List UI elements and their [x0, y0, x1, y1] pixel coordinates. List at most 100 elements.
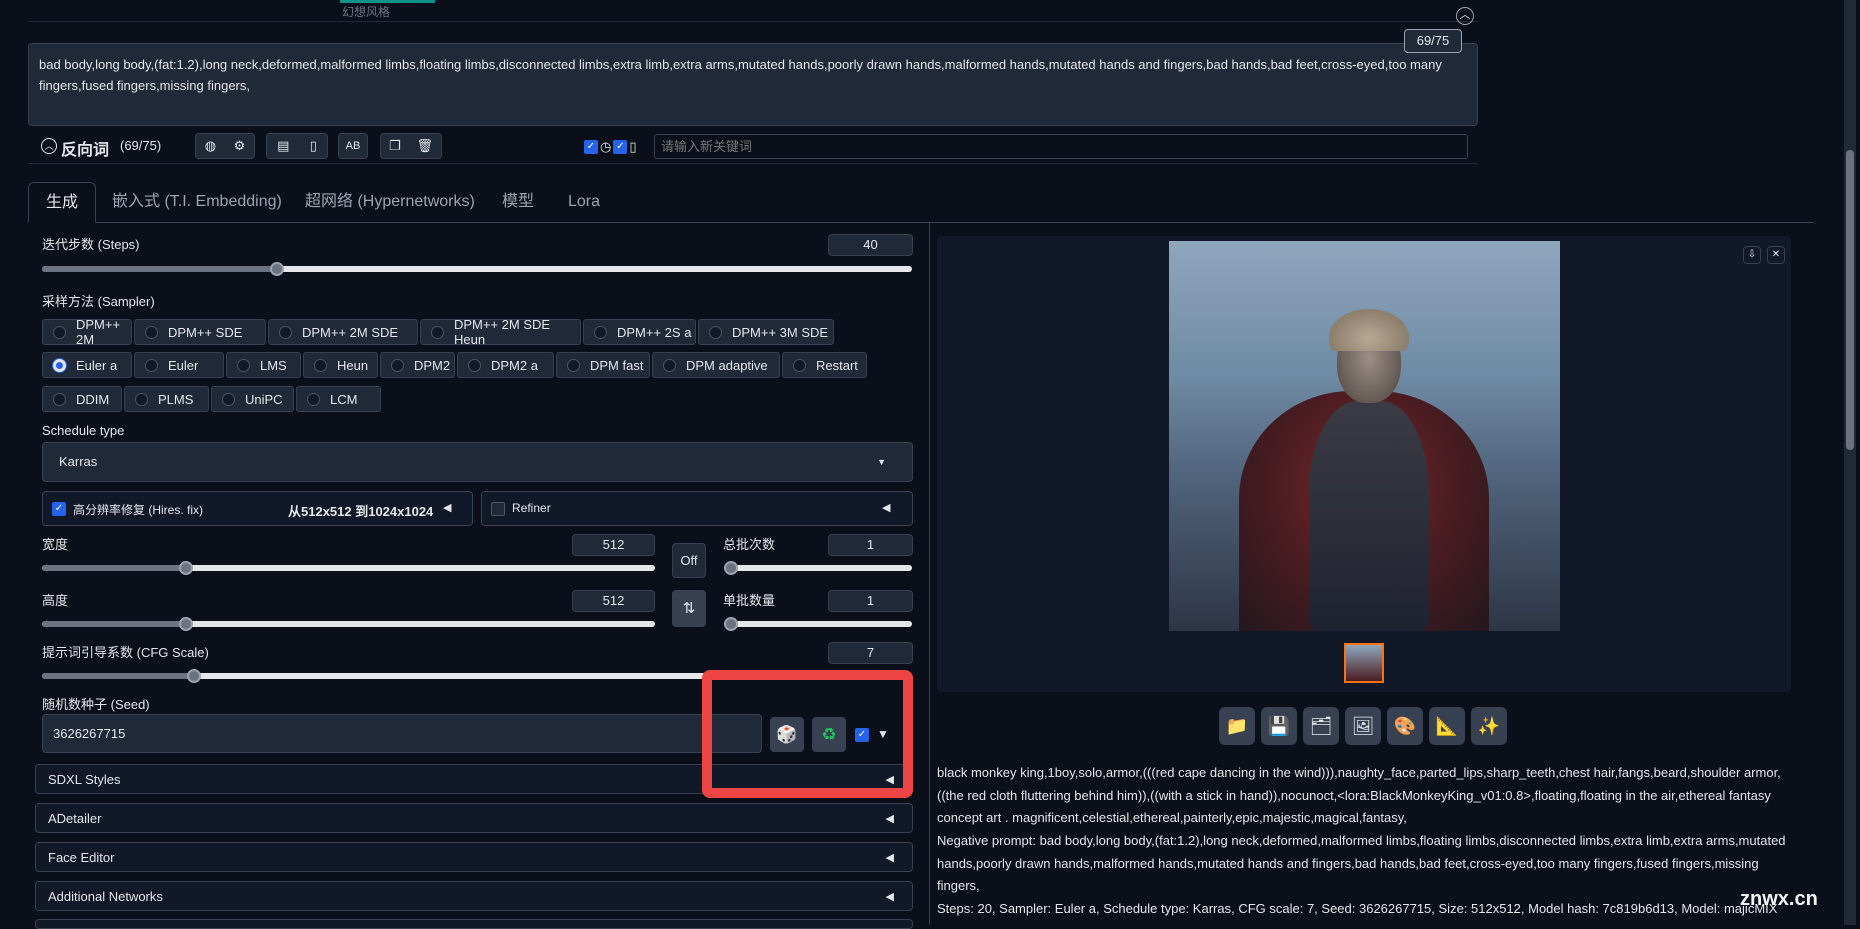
sampler-option[interactable]: LMS — [226, 352, 301, 378]
radio-icon[interactable] — [145, 358, 158, 372]
translate-button[interactable]: ◍ ⚙ — [195, 133, 255, 159]
zip-button[interactable]: 🗂 — [1303, 707, 1339, 745]
radio-icon[interactable] — [391, 358, 404, 372]
trash-icon[interactable]: 🗑 — [417, 138, 434, 154]
archive-icon[interactable]: 🗂 — [1310, 716, 1333, 737]
upscale-button[interactable]: ✨ — [1471, 707, 1507, 745]
expand-icon[interactable]: ◀ — [886, 890, 894, 903]
radio-icon[interactable] — [53, 392, 66, 406]
globe-icon[interactable]: ◍ — [205, 138, 216, 154]
radio-icon[interactable] — [53, 325, 66, 339]
radio-icon[interactable] — [567, 358, 580, 372]
history-icon[interactable]: ▤ — [277, 138, 289, 154]
expand-icon[interactable]: ◀ — [886, 851, 894, 864]
send-to-img2img-button[interactable]: 🖼 — [1345, 707, 1381, 745]
batch-count-input[interactable]: 1 — [828, 534, 913, 556]
batch-size-slider[interactable] — [724, 617, 912, 631]
refiner-panel[interactable]: Refiner ◀ — [481, 491, 913, 526]
sampler-option[interactable]: DPM++ SDE — [134, 319, 266, 345]
format-button[interactable]: AB — [338, 133, 368, 159]
sampler-option[interactable]: LCM — [296, 386, 381, 412]
sampler-option[interactable]: DPM++ 2M SDE — [268, 319, 418, 345]
batch-count-slider[interactable] — [724, 561, 912, 575]
expand-icon[interactable]: ◀ — [443, 501, 451, 514]
keyword-toggles[interactable]: ✓ ◷ ✓ ▯ — [584, 139, 637, 155]
sampler-option[interactable]: DPM++ 2M — [42, 317, 132, 347]
tab-hypernetworks[interactable]: 超网络 (Hypernetworks) — [305, 182, 475, 222]
sampler-option[interactable]: DPM++ 3M SDE — [698, 319, 834, 345]
sampler-option[interactable]: Euler a — [42, 352, 132, 378]
tab-generate[interactable]: 生成 — [28, 182, 96, 223]
save-button[interactable]: 💾 — [1261, 707, 1297, 745]
collapse-negative-icon[interactable]: ︿ — [41, 138, 57, 154]
radio-icon[interactable] — [594, 325, 607, 339]
seed-input[interactable]: 3626267715 — [42, 714, 762, 753]
radio-icon[interactable] — [135, 392, 148, 406]
height-slider[interactable] — [42, 617, 655, 631]
radio-icon[interactable] — [431, 325, 444, 339]
tab-embedding[interactable]: 嵌入式 (T.I. Embedding) — [112, 182, 282, 222]
palette-icon[interactable]: 🎨 — [1394, 716, 1416, 737]
radio-icon[interactable] — [53, 358, 66, 372]
collapse-icon[interactable]: ︿ — [1456, 7, 1474, 25]
swap-dimensions-button[interactable]: ⇅ — [672, 590, 706, 627]
radio-icon[interactable] — [314, 358, 327, 372]
history-button[interactable]: ▤ ▯ — [266, 133, 328, 159]
ruler-icon[interactable]: 📐 — [1436, 716, 1458, 737]
keyword-input[interactable] — [654, 134, 1468, 159]
download-icon[interactable]: ⇩ — [1748, 249, 1756, 260]
sampler-option[interactable]: DPM++ 2S a — [583, 319, 696, 345]
sampler-option[interactable]: Euler — [134, 352, 224, 378]
steps-input[interactable]: 40 — [828, 234, 913, 256]
refiner-checkbox[interactable] — [491, 502, 505, 516]
bookmark-icon[interactable]: ▯ — [310, 138, 317, 154]
scrollbar-thumb[interactable] — [1846, 150, 1854, 450]
steps-slider[interactable] — [42, 262, 912, 276]
radio-icon[interactable] — [307, 392, 320, 406]
accordion-additional-networks[interactable]: Additional Networks ◀ — [35, 881, 913, 911]
generated-image[interactable] — [1169, 241, 1560, 631]
sampler-option[interactable]: PLMS — [124, 386, 209, 412]
radio-icon[interactable] — [663, 358, 676, 372]
expand-icon[interactable]: ◀ — [886, 812, 894, 825]
radio-icon[interactable] — [237, 358, 250, 372]
checkbox-icon[interactable]: ✓ — [584, 140, 598, 154]
sampler-option[interactable]: Restart — [782, 352, 867, 378]
accordion-face-editor[interactable]: Face Editor ◀ — [35, 842, 913, 872]
off-button[interactable]: Off — [672, 543, 706, 578]
radio-icon[interactable] — [468, 358, 481, 372]
cfg-input[interactable]: 7 — [828, 642, 913, 664]
tab-model[interactable]: 模型 — [502, 182, 534, 222]
image-thumbnail[interactable] — [1344, 643, 1384, 683]
expand-icon[interactable]: ◀ — [882, 501, 890, 514]
panel-icon[interactable]: ▯ — [629, 139, 636, 155]
timer-icon[interactable]: ◷ — [600, 139, 611, 155]
sampler-option[interactable]: DPM2 — [380, 352, 455, 378]
close-icon[interactable]: ✕ — [1772, 249, 1780, 260]
sampler-option[interactable]: DPM++ 2M SDE Heun — [420, 317, 581, 347]
copy-delete-button[interactable]: ❐ 🗑 — [380, 133, 442, 159]
download-button[interactable]: ⇩ — [1743, 246, 1761, 264]
send-to-inpaint-button[interactable]: 🎨 — [1387, 707, 1423, 745]
accordion-adetailer[interactable]: ADetailer ◀ — [35, 803, 913, 833]
height-input[interactable]: 512 — [572, 590, 655, 612]
schedule-select[interactable]: Karras ▼ — [42, 442, 913, 482]
sampler-option[interactable]: DPM fast — [556, 352, 650, 378]
radio-icon[interactable] — [145, 325, 158, 339]
copy-icon[interactable]: ❐ — [389, 138, 401, 154]
sampler-option[interactable]: DPM adaptive — [652, 352, 780, 378]
hires-panel[interactable]: ✓ 高分辨率修复 (Hires. fix) 从512x512 到1024x102… — [42, 491, 473, 526]
sampler-option[interactable]: Heun — [303, 352, 378, 378]
radio-icon[interactable] — [279, 325, 292, 339]
accordion-next[interactable] — [35, 919, 913, 929]
folder-icon[interactable]: 📁 — [1226, 716, 1248, 737]
send-to-extras-button[interactable]: 📐 — [1429, 707, 1465, 745]
gear-icon[interactable]: ⚙ — [234, 138, 246, 154]
close-image-button[interactable]: ✕ — [1767, 246, 1785, 264]
radio-icon[interactable] — [222, 392, 235, 406]
width-slider[interactable] — [42, 561, 655, 575]
sparkle-icon[interactable]: ✨ — [1478, 716, 1500, 737]
tab-lora[interactable]: Lora — [568, 182, 600, 222]
text-format-icon[interactable]: AB — [346, 140, 361, 152]
sampler-option[interactable]: DDIM — [42, 386, 122, 412]
